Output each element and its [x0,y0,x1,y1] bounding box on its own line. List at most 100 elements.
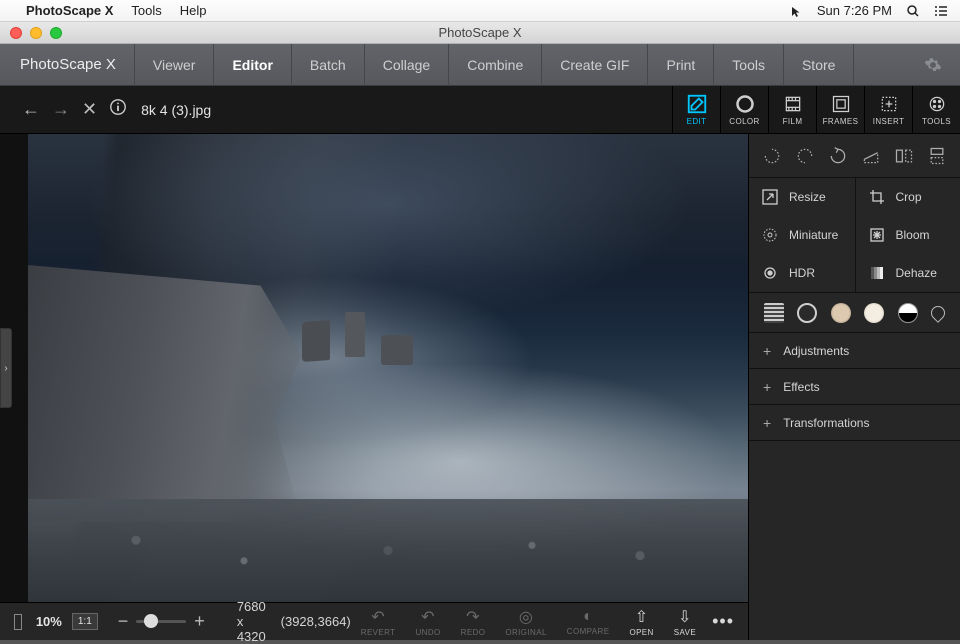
tool-tab-edit[interactable]: EDIT [672,86,720,133]
action-label: COMPARE [567,627,610,636]
swatch-cream[interactable] [864,303,884,323]
action-revert[interactable]: ↶REVERT [361,607,396,637]
one-to-one-button[interactable]: 1:1 [72,613,98,630]
quick-resize[interactable]: Resize [749,178,855,216]
undo-icon: ↶ [421,607,435,627]
traffic-lights [10,27,62,39]
menubar-clock[interactable]: Sun 7:26 PM [817,3,892,18]
tab-store[interactable]: Store [784,44,854,86]
tool-tab-label: FILM [783,117,803,126]
quick-dehaze[interactable]: Dehaze [855,254,960,292]
action-original[interactable]: ◎ORIGINAL [505,607,546,637]
action-label: SAVE [674,628,696,637]
tab-create-gif[interactable]: Create GIF [542,44,648,86]
editor-toolbar: ← → ✕ 8k 4 (3).jpg EDIT COLOR FILM FRAME… [0,86,960,134]
canvas-image[interactable] [28,134,748,602]
sidebar-expand-handle[interactable]: › [0,328,12,408]
zoom-slider[interactable] [136,620,186,623]
tab-viewer[interactable]: Viewer [135,44,215,86]
tool-tabs: EDIT COLOR FILM FRAMES INSERT TOOLS [672,86,960,133]
tab-print[interactable]: Print [648,44,714,86]
minimize-window-button[interactable] [30,27,42,39]
swatch-gray[interactable] [797,303,817,323]
flip-h-icon[interactable] [893,145,915,167]
bloom-icon [868,226,886,244]
settings-button[interactable] [906,56,960,74]
action-redo[interactable]: ↷REDO [461,607,486,637]
main-tabbar: PhotoScape X Viewer Editor Batch Collage… [0,44,960,86]
tool-tab-tools[interactable]: TOOLS [912,86,960,133]
swatch-tan[interactable] [831,303,851,323]
list-icon[interactable] [934,3,948,19]
macos-menubar: PhotoScape X Tools Help Sun 7:26 PM [0,0,960,22]
insert-icon [879,93,899,115]
gear-icon [924,56,942,74]
nav-back-button[interactable]: ← [22,99,40,120]
rotate-ccw-icon[interactable] [761,145,783,167]
zoom-window-button[interactable] [50,27,62,39]
menu-tools[interactable]: Tools [131,3,161,18]
quick-hdr[interactable]: HDR [749,254,855,292]
marquee-toggle[interactable] [14,614,22,630]
cursor-coords: (3928,3664) [281,614,351,629]
section-adjustments[interactable]: +Adjustments [749,333,960,369]
action-save[interactable]: ⇩SAVE [674,607,696,637]
swatch-list-icon[interactable] [764,303,784,323]
revert-icon: ↶ [371,607,385,627]
section-label: Effects [783,380,819,394]
right-panel: Resize Crop Miniature Bloom HDR Dehaze +… [748,134,960,640]
action-label: UNDO [415,628,440,637]
original-icon: ◎ [519,607,533,627]
tool-tab-label: EDIT [687,117,707,126]
rotate-cw-icon[interactable] [794,145,816,167]
quick-crop[interactable]: Crop [855,178,960,216]
tool-tab-label: FRAMES [823,117,859,126]
nav-forward-button[interactable]: → [52,99,70,120]
flip-v-icon[interactable] [926,145,948,167]
swatch-drop-icon[interactable] [928,303,948,323]
straighten-icon[interactable] [860,145,882,167]
tab-collage[interactable]: Collage [365,44,449,86]
miniature-icon [761,226,779,244]
tab-tools[interactable]: Tools [714,44,784,86]
tab-batch[interactable]: Batch [292,44,365,86]
info-button[interactable] [109,98,127,121]
tool-tab-insert[interactable]: INSERT [864,86,912,133]
resize-icon [761,188,779,206]
close-window-button[interactable] [10,27,22,39]
tool-tab-label: INSERT [873,117,905,126]
rotate-free-icon[interactable] [827,145,849,167]
tool-tab-color[interactable]: COLOR [720,86,768,133]
action-undo[interactable]: ↶UNDO [415,607,440,637]
zoom-out-button[interactable]: − [118,611,129,632]
swatch-row [749,293,960,333]
spotlight-icon[interactable] [906,3,920,19]
canvas-area: › [0,134,748,602]
zoom-in-button[interactable]: + [194,611,205,632]
cursor-icon [791,3,803,18]
hdr-icon [761,264,779,282]
tool-tab-film[interactable]: FILM [768,86,816,133]
swatch-bw[interactable] [898,303,918,323]
frames-icon [831,93,851,115]
menu-app[interactable]: PhotoScape X [26,3,113,18]
plus-icon: + [763,415,771,431]
tab-brand[interactable]: PhotoScape X [0,44,135,86]
more-button[interactable]: ••• [712,611,734,632]
section-label: Adjustments [783,344,849,358]
zoom-value[interactable]: 10% [36,614,62,629]
tab-combine[interactable]: Combine [449,44,542,86]
tab-editor[interactable]: Editor [214,44,291,86]
redo-icon: ↷ [466,607,480,627]
section-transformations[interactable]: +Transformations [749,405,960,441]
action-compare[interactable]: ◐COMPARE [567,608,610,636]
close-file-button[interactable]: ✕ [82,99,97,120]
file-name: 8k 4 (3).jpg [141,102,211,118]
menu-help[interactable]: Help [180,3,207,18]
action-label: REDO [461,628,486,637]
action-open[interactable]: ⇧OPEN [629,607,653,637]
quick-miniature[interactable]: Miniature [749,216,855,254]
tool-tab-frames[interactable]: FRAMES [816,86,864,133]
quick-bloom[interactable]: Bloom [855,216,960,254]
section-effects[interactable]: +Effects [749,369,960,405]
